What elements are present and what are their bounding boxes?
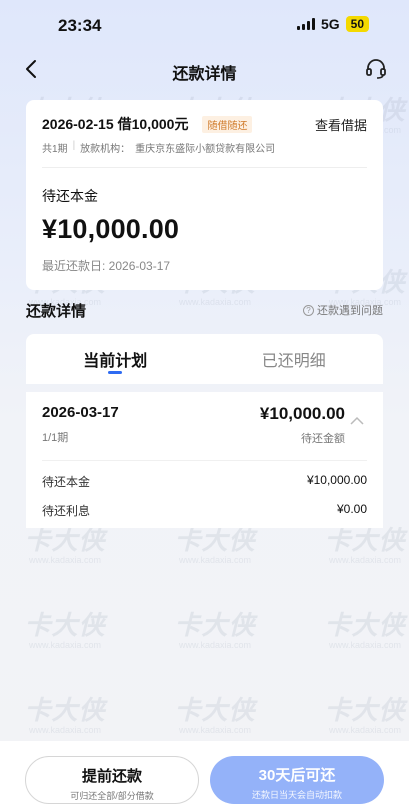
tab-bar: 当前计划 已还明细 <box>26 334 383 384</box>
watermark: 卡大侠www.kadaxia.com <box>174 610 256 650</box>
repayment-problem-link[interactable]: ? 还款遇到问题 <box>303 302 383 318</box>
repayment-plan-card: 2026-03-17 1/1期 ¥10,000.00 待还金额 待还本金 ¥10… <box>26 392 383 528</box>
principal-label: 待还本金 <box>42 188 98 204</box>
status-time: 23:34 <box>58 16 102 35</box>
tab-repaid-details[interactable]: 已还明细 <box>205 334 384 384</box>
collapse-toggle[interactable] <box>347 416 367 425</box>
status-indicators: 5G 50 <box>296 16 369 32</box>
principal-value: ¥10,000.00 <box>42 214 180 244</box>
plan-period: 1/1期 <box>42 432 69 444</box>
bottom-action-bar: 提前还款 可归还全部/部分借款 30天后可还 还款日当天会自动扣款 <box>0 741 409 811</box>
watermark: 卡大侠www.kadaxia.com <box>324 695 406 735</box>
repay-after-30-days-label: 30天后可还 <box>258 767 336 784</box>
question-icon: ? <box>303 304 314 316</box>
view-loan-receipt-link[interactable]: 查看借据 <box>315 115 367 134</box>
plan-header[interactable]: 2026-03-17 1/1期 ¥10,000.00 待还金额 <box>42 404 367 446</box>
section-title: 还款详情 <box>26 302 87 320</box>
headset-icon <box>366 59 386 79</box>
status-bar: 23:34 5G 50 <box>0 0 409 48</box>
divider <box>42 167 367 168</box>
divider: | <box>72 140 76 151</box>
section-header: 还款详情 ? 还款遇到问题 <box>26 300 383 320</box>
chevron-up-icon <box>350 416 364 425</box>
watermark: 卡大侠www.kadaxia.com <box>174 695 256 735</box>
page-title: 还款详情 <box>172 66 237 83</box>
battery-icon: 50 <box>345 16 369 32</box>
watermark: 卡大侠www.kadaxia.com <box>24 610 106 650</box>
plan-status: 待还金额 <box>301 433 345 445</box>
signal-icon <box>296 18 315 30</box>
customer-service-button[interactable] <box>361 54 391 84</box>
row-label: 待还本金 <box>42 475 91 489</box>
loan-periods: 共1期 <box>42 144 68 155</box>
list-item: 待还利息 ¥0.00 <box>42 502 367 519</box>
lender-name: 重庆京东盛际小额贷款有限公司 <box>135 144 276 155</box>
loan-date: 2026-02-15 <box>42 116 114 132</box>
list-item: 待还本金 ¥10,000.00 <box>42 473 367 490</box>
watermark: 卡大侠www.kadaxia.com <box>24 695 106 735</box>
watermark: 卡大侠www.kadaxia.com <box>324 610 406 650</box>
early-repayment-sub: 可归还全部/部分借款 <box>70 791 154 801</box>
repayment-type-badge: 随借随还 <box>202 115 253 133</box>
row-value: ¥0.00 <box>336 502 367 516</box>
divider <box>42 460 367 461</box>
nav-bar: 还款详情 <box>0 50 409 90</box>
plan-right: ¥10,000.00 待还金额 <box>260 404 345 446</box>
loan-summary-card: 2026-02-15 借10,000元 随借随还 查看借据 共1期 | 放款机构… <box>26 100 383 290</box>
row-value: ¥10,000.00 <box>306 473 367 487</box>
auto-deduct-note: 还款日当天会自动扣款 <box>251 790 342 800</box>
tab-current-plan[interactable]: 当前计划 <box>26 334 205 384</box>
network-type: 5G <box>320 16 340 32</box>
row-label: 待还利息 <box>42 504 91 518</box>
early-repayment-label: 提前还款 <box>81 768 142 785</box>
plan-left: 2026-03-17 1/1期 <box>42 404 119 445</box>
early-repayment-button[interactable]: 提前还款 可归还全部/部分借款 <box>25 756 199 804</box>
loan-info-row: 2026-02-15 借10,000元 随借随还 查看借据 <box>42 114 367 134</box>
repay-after-30-days-button[interactable]: 30天后可还 还款日当天会自动扣款 <box>210 756 384 804</box>
repayment-problem-label: 还款遇到问题 <box>317 305 383 317</box>
plan-amount: ¥10,000.00 <box>259 404 345 423</box>
latest-repayment-date: 最近还款日: 2026-03-17 <box>42 259 171 273</box>
loan-amount: 借10,000元 <box>117 116 189 132</box>
plan-due-date: 2026-03-17 <box>42 404 119 421</box>
loan-meta-row: 共1期 | 放款机构： 重庆京东盛际小额贷款有限公司 <box>42 140 367 155</box>
lender-label: 放款机构： <box>80 144 131 155</box>
